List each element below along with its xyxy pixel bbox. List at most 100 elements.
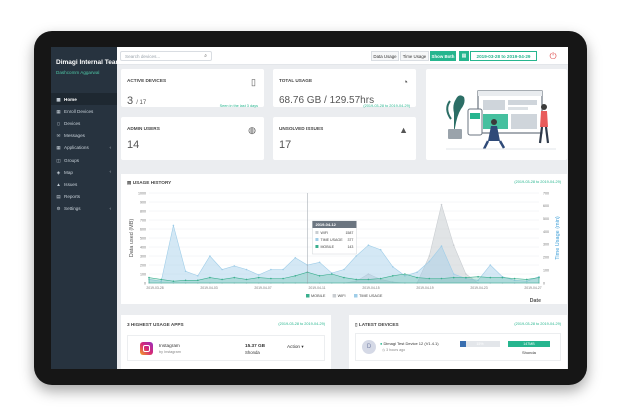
- data-point: [379, 277, 382, 280]
- app-size: 15.37 GB: [245, 343, 266, 348]
- usage-history-panel: ▤ USAGE HISTORY (2019-03-28 to 2019-04-2…: [121, 174, 567, 304]
- power-icon[interactable]: ⏻: [546, 49, 560, 63]
- date-range-picker[interactable]: 2019-03-28 to 2019-04-29: [470, 51, 537, 61]
- y2-tick-label: 600: [543, 204, 549, 208]
- data-point: [440, 203, 443, 206]
- data-point: [452, 244, 455, 246]
- tooltip-swatch: [315, 245, 319, 248]
- sidebar-item-label: Reports: [64, 194, 81, 200]
- y-tick-label: 100: [140, 272, 146, 276]
- device-user: Shonda: [522, 350, 536, 355]
- data-point: [452, 273, 455, 275]
- org-user: Dashcomm Aggarwal: [56, 70, 100, 75]
- show-both-button[interactable]: Show Both: [430, 51, 456, 61]
- data-point: [294, 275, 297, 277]
- time-usage-button[interactable]: Time Usage: [400, 51, 429, 61]
- data-point: [318, 261, 321, 264]
- tooltip-value: 143: [347, 245, 353, 249]
- calendar-icon[interactable]: ▦: [459, 51, 469, 61]
- data-point: [428, 255, 431, 257]
- sidebar-item-map[interactable]: ◈ Map ‹: [51, 166, 117, 178]
- data-point: [343, 268, 345, 271]
- speedometer-icon: ◔: [402, 77, 408, 87]
- data-point: [331, 273, 333, 275]
- action-dropdown[interactable]: Action ▾: [287, 344, 304, 350]
- data-point: [440, 277, 443, 280]
- y-tick-label: 900: [140, 200, 146, 204]
- topbar: Search devices... ⌕ Data Usage Time Usag…: [117, 47, 568, 65]
- sidebar-item-settings[interactable]: ⚙ Settings ‹: [51, 203, 117, 215]
- card-value: 14: [127, 139, 140, 151]
- legend-swatch: [332, 294, 337, 298]
- active-devices-card: ACTIVE DEVICES ▯ 3 / 17 Seen in the last…: [121, 69, 264, 108]
- legend-label: MOBILE: [311, 294, 326, 298]
- org-title[interactable]: Dimagi Internal Team ▾: [56, 58, 126, 66]
- data-point: [148, 276, 150, 279]
- card-label: ADMIN USERS: [127, 126, 160, 131]
- data-point: [294, 257, 297, 259]
- sidebar-item-issues[interactable]: ▲ Issues: [51, 178, 117, 190]
- data-point: [209, 255, 211, 257]
- applications-icon: ▦: [56, 145, 61, 151]
- tooltip-label: WIFI: [320, 231, 328, 235]
- sidebar-item-reports[interactable]: ▤ Reports: [51, 191, 117, 203]
- y-tick-label: 300: [140, 254, 146, 258]
- enroll-icon: ▦: [56, 108, 61, 114]
- sidebar-item-label: Applications: [64, 145, 89, 151]
- sidebar-item-enroll-devices[interactable]: ▦ Enroll Devices: [51, 105, 117, 117]
- data-point: [184, 270, 187, 273]
- card-value: 68.76 GB / 129.57hrs: [279, 95, 375, 106]
- data-point: [465, 273, 467, 275]
- sidebar-item-label: Map: [64, 169, 73, 175]
- data-point: [392, 275, 394, 277]
- y-axis-title: Data used (MB): [129, 219, 135, 258]
- dashboard-screen: Dimagi Internal Team ▾ Dashcomm Aggarwal…: [51, 47, 568, 369]
- devices-title-label: LATEST DEVICES: [358, 322, 399, 327]
- search-input[interactable]: Search devices... ⌕: [120, 51, 212, 61]
- app-name: Instagram: [159, 343, 180, 348]
- chevron-left-icon[interactable]: ‹: [110, 145, 112, 150]
- data-usage-button[interactable]: Data Usage: [371, 51, 399, 61]
- data-point: [489, 276, 492, 279]
- data-point: [452, 276, 455, 279]
- sidebar-item-devices[interactable]: ▯ Devices: [51, 117, 117, 129]
- y-tick-label: 200: [140, 263, 146, 267]
- y2-tick-label: 400: [543, 230, 549, 234]
- app-row[interactable]: Instagram by Instagram 15.37 GB Shonda A…: [127, 335, 325, 361]
- device-row[interactable]: D ● Dimagi Test Device 12 (V1.4.1) ◷ 3 h…: [355, 333, 561, 361]
- data-point: [404, 273, 406, 275]
- data-point: [489, 264, 492, 266]
- data-point: [355, 255, 357, 257]
- sidebar-item-label: Messages: [64, 133, 85, 139]
- chevron-left-icon[interactable]: ‹: [110, 169, 112, 174]
- sidebar-item-label: Groups: [64, 157, 80, 163]
- sidebar-item-label: Issues: [64, 181, 78, 187]
- admin-users-card: ADMIN USERS ◍ 14: [121, 117, 264, 160]
- phone-icon: ▯: [251, 77, 256, 87]
- y-tick-label: 400: [140, 245, 146, 249]
- messages-icon: ✉: [56, 133, 61, 139]
- warning-icon: ▲: [399, 125, 408, 135]
- usage-history-chart[interactable]: 1000900800700600500400300200100070060050…: [121, 174, 567, 304]
- sidebar-item-groups[interactable]: ◫ Groups: [51, 154, 117, 166]
- x-tick-label: 2019-04-27: [524, 286, 541, 290]
- devices-icon: ▯: [57, 120, 60, 126]
- battery-value: 15%: [476, 342, 484, 346]
- sidebar-item-messages[interactable]: ✉ Messages: [51, 130, 117, 142]
- data-point: [245, 268, 248, 271]
- data-point: [477, 275, 479, 278]
- data-point: [270, 277, 272, 280]
- chevron-left-icon[interactable]: ‹: [110, 206, 112, 211]
- data-point: [416, 271, 418, 273]
- x-tick-label: 2019-04-07: [254, 286, 271, 290]
- card-note: (2019-03-28 to 2019-04-29): [363, 104, 410, 108]
- groups-icon: ◫: [56, 157, 61, 163]
- search-icon[interactable]: ⌕: [204, 53, 207, 59]
- data-point: [282, 277, 284, 280]
- sidebar-item-applications[interactable]: ▦ Applications ‹: [51, 142, 117, 154]
- sidebar-item-label: Devices: [64, 120, 81, 126]
- data-point: [416, 276, 418, 279]
- sidebar-item-home[interactable]: ▦ Home: [51, 93, 117, 106]
- app-user: Shonda: [245, 350, 260, 355]
- data-point: [172, 224, 175, 227]
